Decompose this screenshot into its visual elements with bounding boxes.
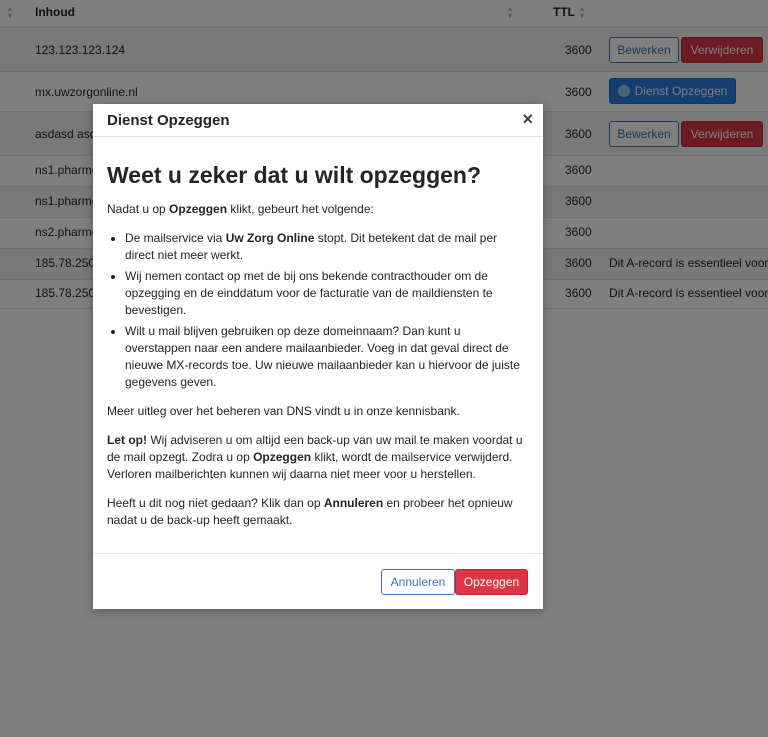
cancel-button[interactable]: Annuleren: [381, 569, 455, 595]
modal-header: Dienst Opzeggen ×: [93, 104, 543, 137]
knowledge-base-text: Meer uitleg over het beheren van DNS vin…: [107, 404, 460, 418]
modal-body: Weet u zeker dat u wilt opzeggen? Nadat …: [107, 137, 529, 541]
confirm-cancel-button[interactable]: Opzeggen: [455, 569, 528, 595]
cancel-service-dialog: Dienst Opzeggen × Weet u zeker dat u wil…: [93, 104, 543, 609]
modal-title: Dienst Opzeggen: [107, 112, 230, 129]
page: ▲▼ Inhoud ▲▼ TTL ▲▼ 123.123.123.124 3600…: [0, 0, 768, 737]
confirmation-heading: Weet u zeker dat u wilt opzeggen?: [107, 162, 482, 188]
modal-footer: Annuleren Opzeggen: [93, 553, 543, 609]
consequence-list: De mailservice via Uw Zorg Online stopt.…: [107, 230, 529, 391]
list-item: De mailservice via Uw Zorg Online stopt.…: [125, 230, 529, 264]
warning-text: Let op! Wij adviseren u om altijd een ba…: [107, 433, 523, 481]
final-instruction-text: Heeft u dit nog niet gedaan? Klik dan op…: [107, 496, 513, 527]
list-item: Wij nemen contact op met de bij ons beke…: [125, 268, 529, 319]
intro-text: Nadat u op Opzeggen klikt, gebeurt het v…: [107, 202, 374, 216]
list-item: Wilt u mail blijven gebruiken op deze do…: [125, 323, 529, 391]
close-icon[interactable]: ×: [522, 110, 533, 128]
